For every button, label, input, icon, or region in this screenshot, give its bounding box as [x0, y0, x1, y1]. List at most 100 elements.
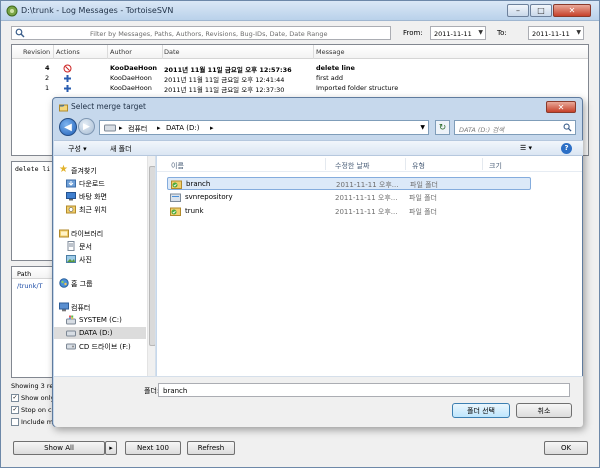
col-name[interactable]: 이름: [171, 161, 184, 171]
breadcrumb-separator: ▸: [119, 124, 123, 132]
col-message[interactable]: Message: [316, 48, 345, 56]
homegroup-icon: [59, 278, 69, 288]
address-bar[interactable]: ▸ 컴퓨터 ▸ DATA (D:) ▸ ▼: [99, 120, 429, 135]
nav-item-documents[interactable]: 문서: [54, 240, 146, 252]
nav-item-desktop[interactable]: 바탕 화면: [54, 190, 146, 202]
dialog-close-button[interactable]: ✕: [546, 101, 576, 113]
search-input[interactable]: DATA (D:) 검색: [454, 120, 576, 135]
chevron-down-icon[interactable]: ▼: [420, 124, 425, 131]
list-item[interactable]: branch 2011-11-11 오후... 파일 폴더: [167, 177, 531, 190]
svn-folder-icon: [170, 207, 181, 216]
stop-on-copy-checkbox[interactable]: ✓ Stop on c: [11, 406, 56, 416]
minimize-button[interactable]: –: [507, 4, 529, 17]
refresh-icon[interactable]: ↻: [435, 120, 450, 135]
svn-folder-icon: [171, 180, 182, 189]
chevron-down-icon: ▼: [478, 29, 483, 36]
navigation-bar: ◀ ▶ ▸ 컴퓨터 ▸ DATA (D:) ▸ ▼ ↻ DATA (D:) 검색: [57, 116, 580, 138]
navigation-pane[interactable]: ★ 즐겨찾기 다운로드 바탕 화면 최근 위치 라이브러리 문서 사진 홈 그룹…: [54, 156, 156, 376]
drive-icon: [66, 330, 76, 337]
nav-item-pictures[interactable]: 사진: [54, 253, 146, 265]
col-modified[interactable]: 수정한 날짜: [335, 161, 369, 171]
organize-button[interactable]: 구성 ▾: [68, 144, 87, 154]
delete-action-icon: [63, 64, 72, 73]
nav-item-data-drive[interactable]: DATA (D:): [54, 327, 146, 339]
refresh-button[interactable]: Refresh: [187, 441, 235, 455]
cd-drive-icon: [66, 343, 76, 350]
chevron-down-icon: ▼: [576, 29, 581, 36]
show-only-checkbox[interactable]: ✓ Show only: [11, 394, 56, 404]
close-button[interactable]: ✕: [553, 4, 591, 17]
breadcrumb-computer[interactable]: 컴퓨터: [128, 124, 147, 134]
drive-icon: [104, 124, 116, 132]
dialog-icon: [59, 104, 68, 111]
ok-button[interactable]: OK: [544, 441, 588, 455]
col-author[interactable]: Author: [110, 48, 132, 56]
table-row[interactable]: 2 KooDaeHoon 2011년 11월 11일 금요일 오후 12:41:…: [12, 74, 588, 84]
search-icon: [15, 28, 25, 38]
downloads-folder-icon: [66, 179, 76, 188]
changed-paths-list[interactable]: Path /trunk/T: [11, 266, 56, 378]
nav-item-homegroup[interactable]: 홈 그룹: [54, 277, 146, 289]
scroll-thumb[interactable]: [149, 166, 155, 346]
nav-item-cd-drive[interactable]: CD 드라이브 (F:): [54, 340, 146, 352]
col-date[interactable]: Date: [164, 48, 180, 56]
help-icon[interactable]: ?: [561, 143, 572, 154]
from-date-value: 2011-11-11: [434, 30, 472, 38]
col-revision[interactable]: Revision: [23, 48, 50, 56]
nav-scrollbar[interactable]: [147, 156, 155, 376]
search-icon: [563, 123, 572, 132]
dialog-title: Select merge target: [59, 102, 146, 112]
folder-name-input[interactable]: branch: [158, 383, 570, 397]
add-action-icon: [64, 75, 71, 82]
pictures-icon: [66, 255, 76, 263]
chevron-down-icon: ▾: [83, 145, 87, 153]
message-pane[interactable]: delete li: [11, 161, 56, 261]
maximize-button[interactable]: □: [530, 4, 552, 17]
list-item[interactable]: trunk 2011-11-11 오후... 파일 폴더: [167, 205, 531, 218]
show-all-button[interactable]: Show All: [13, 441, 105, 455]
table-row[interactable]: 4 KooDaeHoon 2011년 11월 11일 금요일 오후 12:57:…: [12, 64, 588, 74]
breadcrumb-data-drive[interactable]: DATA (D:): [166, 124, 199, 132]
back-button[interactable]: ◀: [59, 118, 77, 136]
cancel-button[interactable]: 취소: [516, 403, 572, 418]
from-label: From:: [403, 29, 423, 37]
nav-item-downloads[interactable]: 다운로드: [54, 177, 146, 189]
col-type[interactable]: 유형: [412, 161, 425, 171]
star-icon: ★: [59, 164, 68, 175]
path-header[interactable]: Path: [12, 267, 55, 279]
from-date-picker[interactable]: 2011-11-11 ▼: [430, 26, 486, 40]
next-100-button[interactable]: Next 100: [125, 441, 181, 455]
nav-item-computer[interactable]: 컴퓨터: [54, 301, 146, 313]
folder-label: 폴더:: [144, 387, 160, 395]
file-list[interactable]: 이름 수정한 날짜 유형 크기 branch 2011-11-11 오후... …: [157, 156, 582, 376]
col-size[interactable]: 크기: [489, 161, 502, 171]
table-row[interactable]: 1 KooDaeHoon 2011년 11월 11일 금요일 오후 12:37:…: [12, 84, 588, 94]
new-folder-button[interactable]: 새 폴더: [110, 144, 132, 154]
list-item[interactable]: svnrepository 2011-11-11 오후... 파일 폴더: [167, 191, 531, 204]
path-row[interactable]: /trunk/T: [12, 279, 55, 290]
file-list-header: 이름 수정한 날짜 유형 크기: [157, 156, 582, 172]
to-date-value: 2011-11-11: [532, 30, 570, 38]
show-all-dropdown[interactable]: ▸: [105, 441, 117, 455]
col-actions[interactable]: Actions: [56, 48, 80, 56]
title-bar: D:\trunk - Log Messages - TortoiseSVN – …: [1, 1, 599, 21]
filter-placeholder: Filter by Messages, Paths, Authors, Revi…: [90, 30, 328, 38]
nav-item-favorites[interactable]: ★ 즐겨찾기: [54, 164, 146, 176]
dialog-toolbar: 구성 ▾ 새 폴더 ☰ ▾ ?: [54, 140, 583, 156]
to-date-picker[interactable]: 2011-11-11 ▼: [528, 26, 584, 40]
chevron-right-icon: ▸: [109, 444, 113, 452]
include-merged-checkbox[interactable]: Include m: [11, 418, 56, 428]
breadcrumb-separator: ▸: [157, 124, 161, 132]
select-folder-button[interactable]: 폴더 선택: [452, 403, 510, 418]
breadcrumb-separator: ▸: [210, 124, 214, 132]
desktop-icon: [66, 192, 76, 201]
view-options-button[interactable]: ☰ ▾: [520, 144, 532, 152]
nav-item-recent[interactable]: 최근 위치: [54, 203, 146, 215]
libraries-icon: [59, 229, 69, 238]
arrow-right-icon: ▶: [83, 121, 90, 132]
filter-input[interactable]: Filter by Messages, Paths, Authors, Revi…: [11, 26, 391, 40]
arrow-left-icon: ◀: [64, 121, 72, 133]
nav-item-system-drive[interactable]: SYSTEM (C:): [54, 314, 146, 326]
forward-button[interactable]: ▶: [78, 118, 95, 135]
nav-item-libraries[interactable]: 라이브러리: [54, 227, 146, 239]
